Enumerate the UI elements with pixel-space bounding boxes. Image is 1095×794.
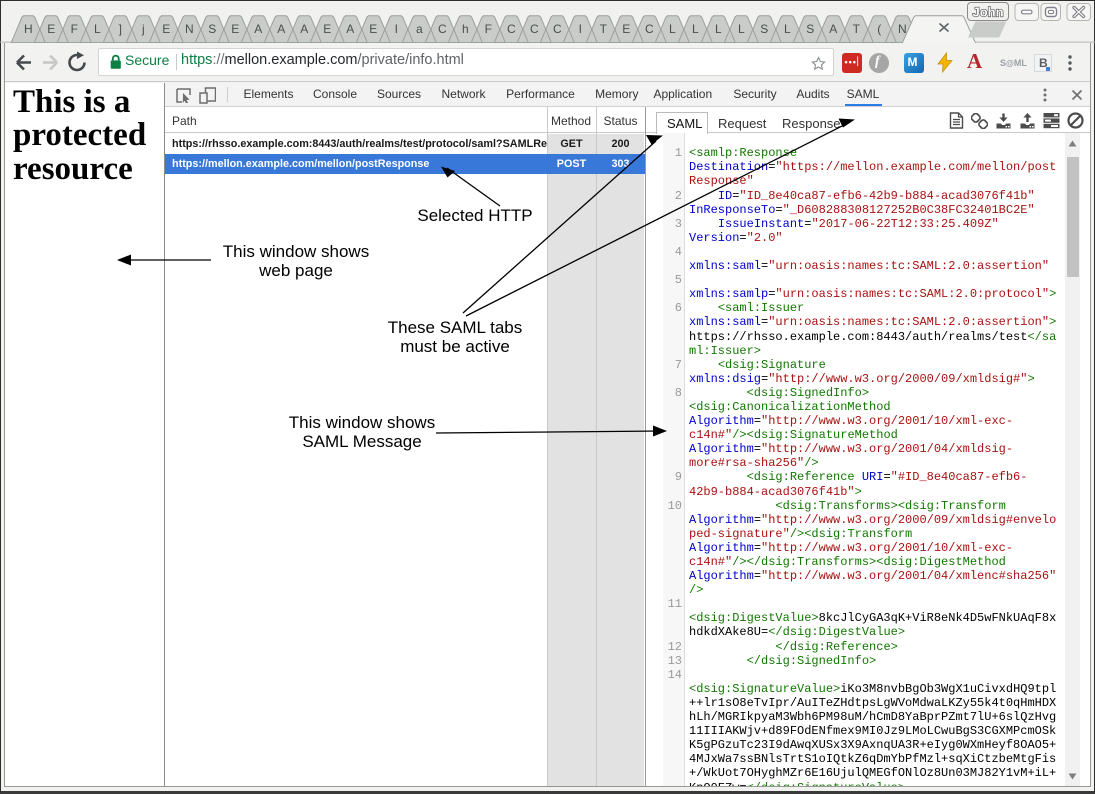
svg-text:T: T: [853, 22, 861, 36]
svg-text:A: A: [254, 22, 262, 36]
svg-text:F: F: [485, 22, 492, 36]
svg-text:L: L: [715, 22, 722, 36]
svg-text:I: I: [579, 22, 582, 36]
svg-text:A: A: [346, 22, 354, 36]
svg-text:S: S: [208, 22, 216, 36]
svg-text:h: h: [462, 22, 469, 36]
svg-text:(: (: [877, 22, 881, 36]
svg-text:E: E: [369, 22, 377, 36]
svg-text:A: A: [277, 22, 285, 36]
svg-text:F: F: [71, 22, 78, 36]
svg-text:S: S: [806, 22, 814, 36]
svg-text:L: L: [692, 22, 699, 36]
svg-text:John: John: [972, 5, 1003, 20]
svg-text:N: N: [898, 22, 907, 36]
svg-text:L: L: [784, 22, 791, 36]
svg-text:j: j: [141, 22, 145, 36]
svg-text:E: E: [622, 22, 630, 36]
svg-text:C: C: [530, 22, 539, 36]
svg-text:E: E: [231, 22, 239, 36]
svg-text:N: N: [185, 22, 194, 36]
svg-text:a: a: [416, 22, 423, 36]
svg-text:L: L: [738, 22, 745, 36]
svg-text:E: E: [323, 22, 331, 36]
svg-text:T: T: [600, 22, 608, 36]
svg-text:S: S: [760, 22, 768, 36]
svg-text:C: C: [507, 22, 516, 36]
svg-text:L: L: [669, 22, 676, 36]
svg-text:C: C: [553, 22, 562, 36]
svg-text:]: ]: [119, 22, 122, 36]
svg-text:E: E: [47, 22, 55, 36]
svg-text:A: A: [829, 22, 837, 36]
svg-text:H: H: [24, 22, 33, 36]
svg-text:L: L: [94, 22, 101, 36]
svg-text:A: A: [300, 22, 308, 36]
svg-text:E: E: [162, 22, 170, 36]
svg-text:I: I: [395, 22, 398, 36]
svg-text:C: C: [438, 22, 447, 36]
svg-text:C: C: [645, 22, 654, 36]
